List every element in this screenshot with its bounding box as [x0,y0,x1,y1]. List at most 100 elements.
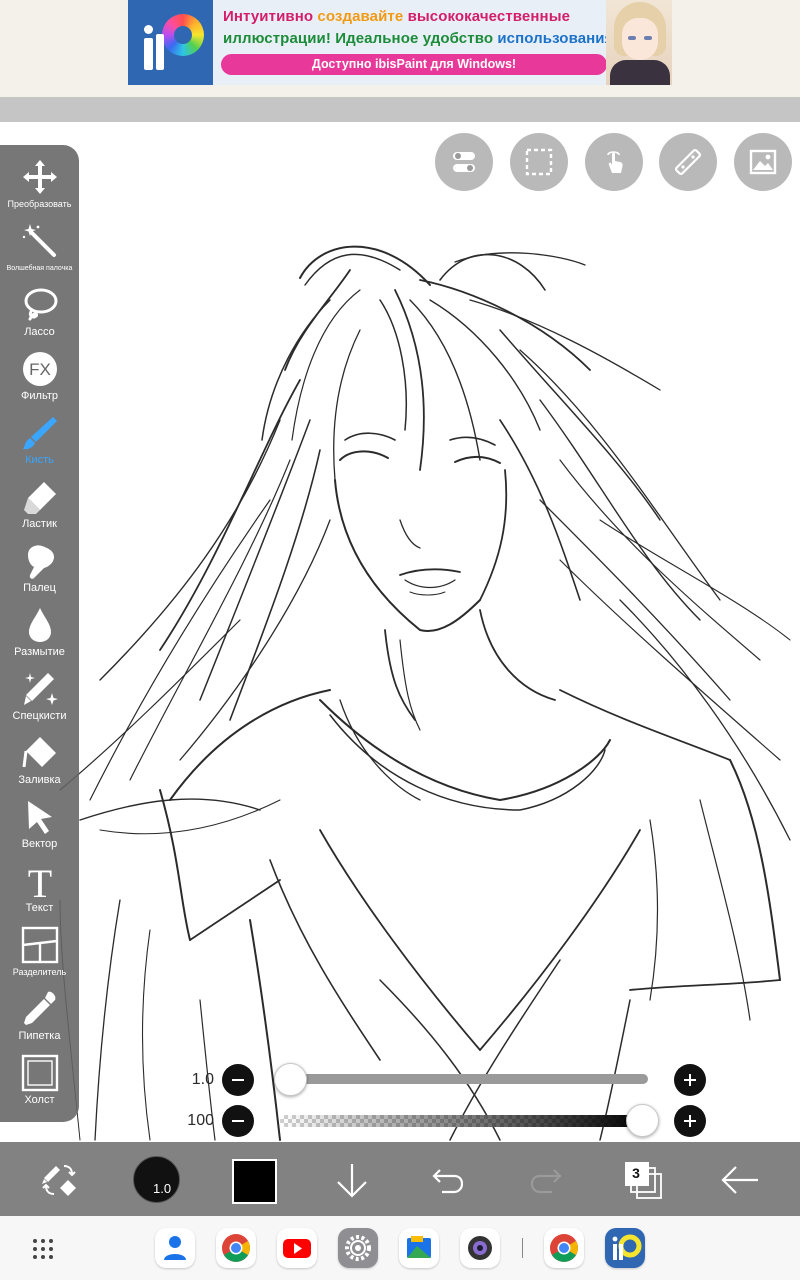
selection-icon [525,148,553,176]
ad-cta-button[interactable]: Доступно ibisPaint для Windows! [221,54,607,75]
plus-icon [684,1074,696,1086]
tool-eraser[interactable]: Ластик [0,477,79,541]
layers-button[interactable]: 3 [625,1162,663,1200]
sketch-artwork [59,245,791,1141]
tool-label: Ластик [22,518,57,530]
tool-frame-divider[interactable]: Разделитель [0,925,79,989]
tool-eyedropper[interactable]: Пипетка [0,989,79,1053]
redo-button[interactable] [528,1162,564,1198]
tool-special-brush[interactable]: Спецкисти [0,669,79,733]
sparkle-brush-icon [23,673,58,705]
tool-smudge[interactable]: Палец [0,541,79,605]
touch-gesture-button[interactable] [585,133,643,191]
brush-size-value: 1.0 [191,1071,214,1088]
tool-label: Заливка [18,774,61,786]
tool-label: Разделитель [12,967,67,977]
ibispaint-app-icon[interactable] [605,1228,645,1268]
undo-button[interactable] [430,1162,466,1198]
reference-image-icon [749,149,777,175]
tool-label: Текст [25,902,54,914]
drawing-canvas[interactable] [0,122,800,1142]
color-picker-button[interactable] [232,1159,277,1204]
back-button[interactable] [720,1162,760,1198]
ruler-button[interactable] [659,133,717,191]
brush-eraser-switch-button[interactable] [38,1160,80,1200]
fx-icon: FX [22,352,57,386]
brush-size-slider-thumb[interactable] [274,1063,307,1096]
dock-divider [522,1238,523,1258]
tool-palette: Преобразовать Волшебная палочка Лассо FX… [0,145,79,1122]
ad-headline-line2: иллюстрации! Идеальное удобство использо… [223,30,619,47]
toggle-settings-icon [453,152,475,172]
minus-icon [232,1079,244,1081]
eraser-icon [23,482,56,514]
brush-opacity-slider-thumb[interactable] [626,1104,659,1137]
tool-filter[interactable]: FX Фильтр [0,349,79,413]
touch-gesture-icon [607,151,623,173]
tool-canvas[interactable]: Холст [0,1053,79,1117]
layer-move-down-button[interactable] [334,1160,370,1200]
ad-banner[interactable]: Интуитивно создавайте высококачественные… [128,0,672,85]
chrome-icon [550,1234,578,1262]
grid-dots-icon [33,1239,53,1259]
toggle-settings-button[interactable] [435,133,493,191]
ad-text: Интуитивно [223,8,318,25]
files-icon [407,1236,431,1258]
brush-size-slider-track[interactable] [290,1074,648,1084]
tool-label: Спецкисти [12,710,67,722]
ad-text: Идеальное удобство [335,30,498,47]
brush-size-button[interactable]: 1.0 [133,1156,180,1203]
magic-wand-icon [22,224,56,257]
contacts-icon [164,1236,186,1260]
brush-size-label: 1.0 [153,1181,172,1196]
svg-text:FX: FX [29,360,51,379]
app-drawer-button[interactable] [32,1238,54,1260]
tool-blur[interactable]: Размытие [0,605,79,669]
tool-vector[interactable]: Вектор [0,797,79,861]
settings-app[interactable] [338,1228,378,1268]
minus-icon [232,1120,244,1122]
panel-divider-icon [21,926,58,964]
tool-label: Лассо [24,326,55,338]
brush-size-increase-button[interactable] [674,1064,706,1096]
camera-app[interactable] [460,1228,500,1268]
tool-transform[interactable]: Преобразовать [0,157,79,221]
brush-opacity-value: 100 [187,1112,214,1129]
tool-label: Волшебная палочка [6,265,73,272]
tool-fill[interactable]: Заливка [0,733,79,797]
tool-label: Кисть [25,454,54,466]
brush-icon [22,417,57,450]
contacts-app[interactable] [155,1228,195,1268]
text-t-icon: T [27,861,51,901]
ruler-icon [675,149,701,175]
tool-brush[interactable]: Кисть [0,413,79,477]
ad-headline-line1: Интуитивно создавайте высококачественные [223,8,570,25]
ad-text: создавайте [317,8,408,25]
tool-magic-wand[interactable]: Волшебная палочка [0,221,79,285]
reference-image-button[interactable] [734,133,792,191]
ad-text: высококачественные [407,8,571,25]
youtube-icon [283,1239,311,1258]
finger-icon [27,545,54,579]
brush-opacity-increase-button[interactable] [674,1105,706,1137]
files-app[interactable] [399,1228,439,1268]
brush-opacity-decrease-button[interactable] [222,1105,254,1137]
chrome-icon [222,1234,250,1262]
tool-label: Холст [24,1094,55,1106]
tool-text[interactable]: T Текст [0,861,79,925]
brush-opacity-slider-track[interactable] [280,1115,646,1127]
svg-text:T: T [27,861,51,901]
brush-size-decrease-button[interactable] [222,1064,254,1096]
plus-icon [684,1115,696,1127]
tool-lasso[interactable]: Лассо [0,285,79,349]
chrome-recent-app[interactable] [544,1228,584,1268]
system-dock [0,1216,800,1280]
tool-label: Размытие [14,646,65,658]
chrome-app[interactable] [216,1228,256,1268]
youtube-app[interactable] [277,1228,317,1268]
tool-label: Пипетка [18,1030,61,1042]
selection-layer-button[interactable] [510,133,568,191]
ad-text: использования! [497,30,619,47]
move-arrows-icon [22,160,57,194]
arrow-down-icon [337,1164,367,1198]
